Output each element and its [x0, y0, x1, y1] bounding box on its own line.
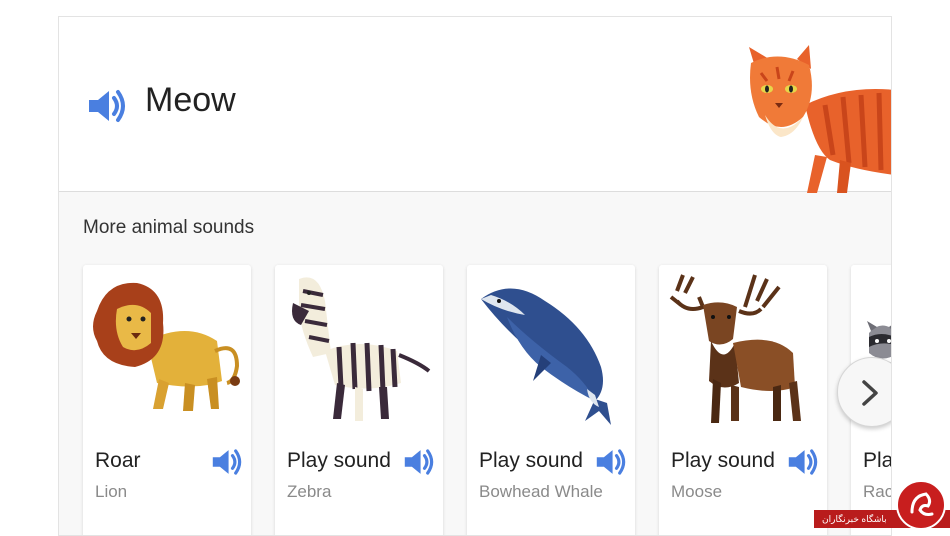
animal-name: Moose: [671, 482, 723, 501]
animal-sounds-card: Meow More animal sounds Roar Lion Play s…: [58, 16, 892, 536]
animal-tile-lion[interactable]: Roar Lion: [83, 265, 251, 535]
section-title: More animal sounds: [83, 217, 255, 238]
play-label: Pla: [863, 449, 892, 472]
animal-tile-moose[interactable]: Play sound Moose: [659, 265, 827, 535]
volume-icon[interactable]: [87, 87, 127, 125]
animal-name: Bowhead Whale: [479, 482, 603, 501]
hero-panel: Meow: [59, 17, 891, 193]
carousel-next-button[interactable]: [837, 357, 891, 427]
volume-icon[interactable]: [211, 447, 243, 477]
watermark-emblem: [896, 480, 946, 530]
animal-name: Lion: [95, 482, 128, 501]
cat-illustration: [749, 45, 891, 193]
animal-tile-bowhead-whale[interactable]: Play sound Bowhead Whale: [467, 265, 635, 535]
play-label: Play sound: [671, 449, 775, 472]
play-label: Play sound: [479, 449, 583, 472]
animal-tile-zebra[interactable]: Play sound Zebra: [275, 265, 443, 535]
whale-illustration: [481, 288, 611, 425]
zebra-illustration: [292, 277, 431, 421]
play-label: Roar: [95, 449, 141, 472]
moose-illustration: [669, 274, 801, 423]
volume-icon[interactable]: [787, 447, 819, 477]
sound-title: Meow: [145, 81, 236, 119]
watermark-logo: باشگاه خبرنگاران: [814, 480, 950, 530]
play-label: Play sound: [287, 449, 391, 472]
volume-icon[interactable]: [403, 447, 435, 477]
lion-illustration: [93, 282, 240, 411]
chevron-right-icon: [862, 380, 878, 406]
animal-name: Zebra: [287, 482, 332, 501]
volume-icon[interactable]: [595, 447, 627, 477]
